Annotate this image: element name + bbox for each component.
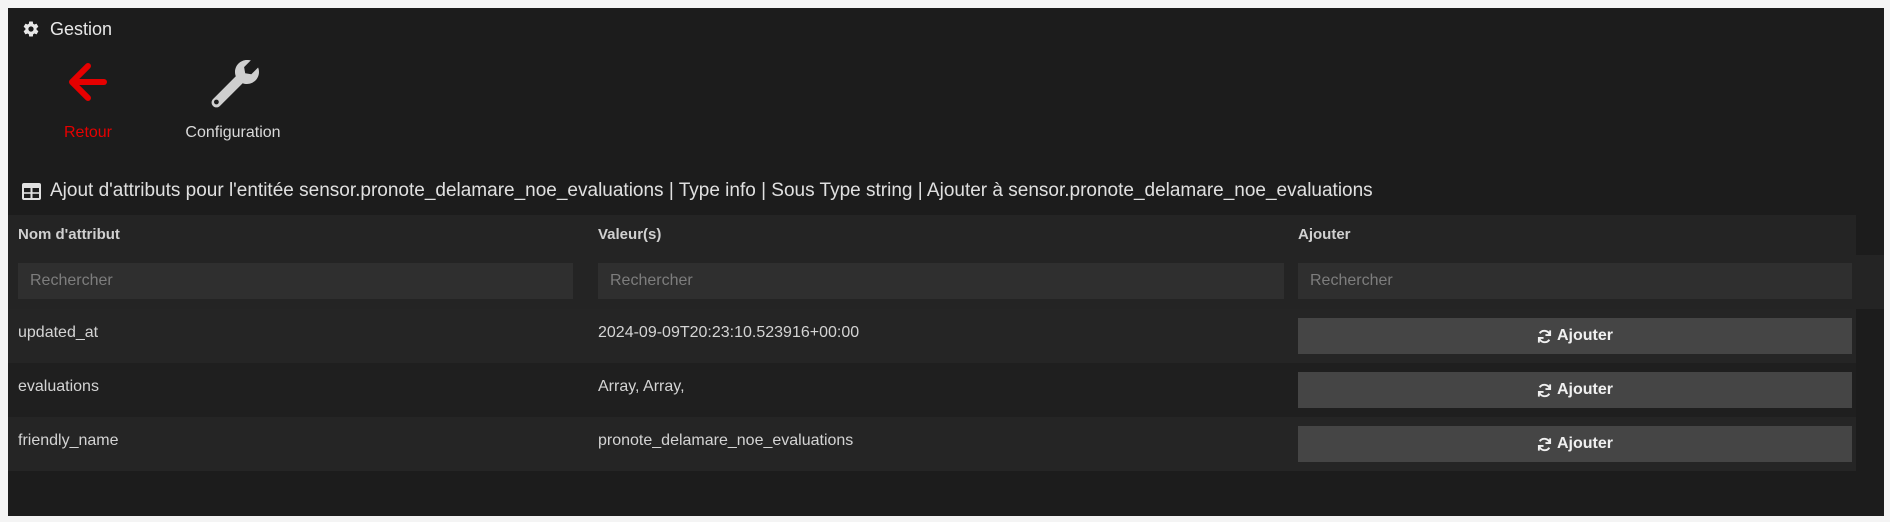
filter-value-input[interactable] — [598, 263, 1284, 299]
column-header-value[interactable]: Valeur(s) — [588, 215, 1288, 255]
add-attribute-button[interactable]: Ajouter — [1298, 318, 1852, 354]
filter-cell-add — [1288, 255, 1856, 309]
panel-header: Gestion — [22, 14, 112, 44]
filter-name-input[interactable] — [18, 263, 573, 299]
add-attribute-label: Ajouter — [1557, 381, 1613, 398]
table-icon — [22, 182, 41, 200]
configuration-label: Configuration — [185, 124, 281, 141]
configuration-tile[interactable]: Configuration — [168, 52, 298, 142]
refresh-icon — [1537, 437, 1552, 451]
section-title-text: Ajout d'attributs pour l'entitée sensor.… — [50, 180, 1373, 201]
column-header-add[interactable]: Ajouter — [1288, 215, 1856, 255]
add-attribute-label: Ajouter — [1557, 435, 1613, 452]
table-row: updated_at 2024-09-09T20:23:10.523916+00… — [8, 309, 1856, 363]
back-label: Retour — [63, 124, 113, 141]
table-row: evaluations Array, Array, Ajouter — [8, 363, 1856, 417]
arrow-left-icon — [69, 63, 107, 101]
section-title: Ajout d'attributs pour l'entitée sensor.… — [22, 176, 1373, 206]
panel-title: Gestion — [50, 18, 113, 39]
table-header-row: Nom d'attribut Valeur(s) Ajouter — [8, 215, 1856, 255]
add-attribute-button[interactable]: Ajouter — [1298, 426, 1852, 462]
attribute-action-cell: Ajouter — [1288, 417, 1856, 471]
attribute-value: pronote_delamare_noe_evaluations — [598, 432, 854, 449]
main-panel: Gestion Retour Configuration Ajout d'att… — [8, 8, 1884, 516]
attribute-action-cell: Ajouter — [1288, 363, 1856, 417]
wrench-icon — [211, 60, 259, 108]
refresh-icon — [1537, 383, 1552, 397]
add-attribute-button[interactable]: Ajouter — [1298, 372, 1852, 408]
column-header-name[interactable]: Nom d'attribut — [8, 215, 588, 255]
table-row: friendly_name pronote_delamare_noe_evalu… — [8, 417, 1856, 471]
filter-add-input[interactable] — [1298, 263, 1852, 299]
refresh-icon — [1537, 329, 1552, 343]
back-tile[interactable]: Retour — [48, 52, 128, 142]
attribute-action-cell: Ajouter — [1288, 309, 1856, 363]
add-attribute-label: Ajouter — [1557, 327, 1613, 344]
attributes-table: Nom d'attribut Valeur(s) Ajouter updated… — [8, 215, 1884, 471]
attribute-name: evaluations — [18, 378, 99, 395]
attribute-value: Array, Array, — [598, 378, 685, 395]
attribute-name: updated_at — [18, 324, 99, 341]
attribute-value: 2024-09-09T20:23:10.523916+00:00 — [598, 324, 860, 341]
filter-cell-name — [8, 255, 588, 309]
attribute-name: friendly_name — [18, 432, 119, 449]
filter-cell-value — [588, 255, 1288, 309]
table-filter-row — [8, 255, 1884, 309]
filter-row-edge — [1856, 255, 1884, 309]
gear-icon — [23, 21, 39, 37]
